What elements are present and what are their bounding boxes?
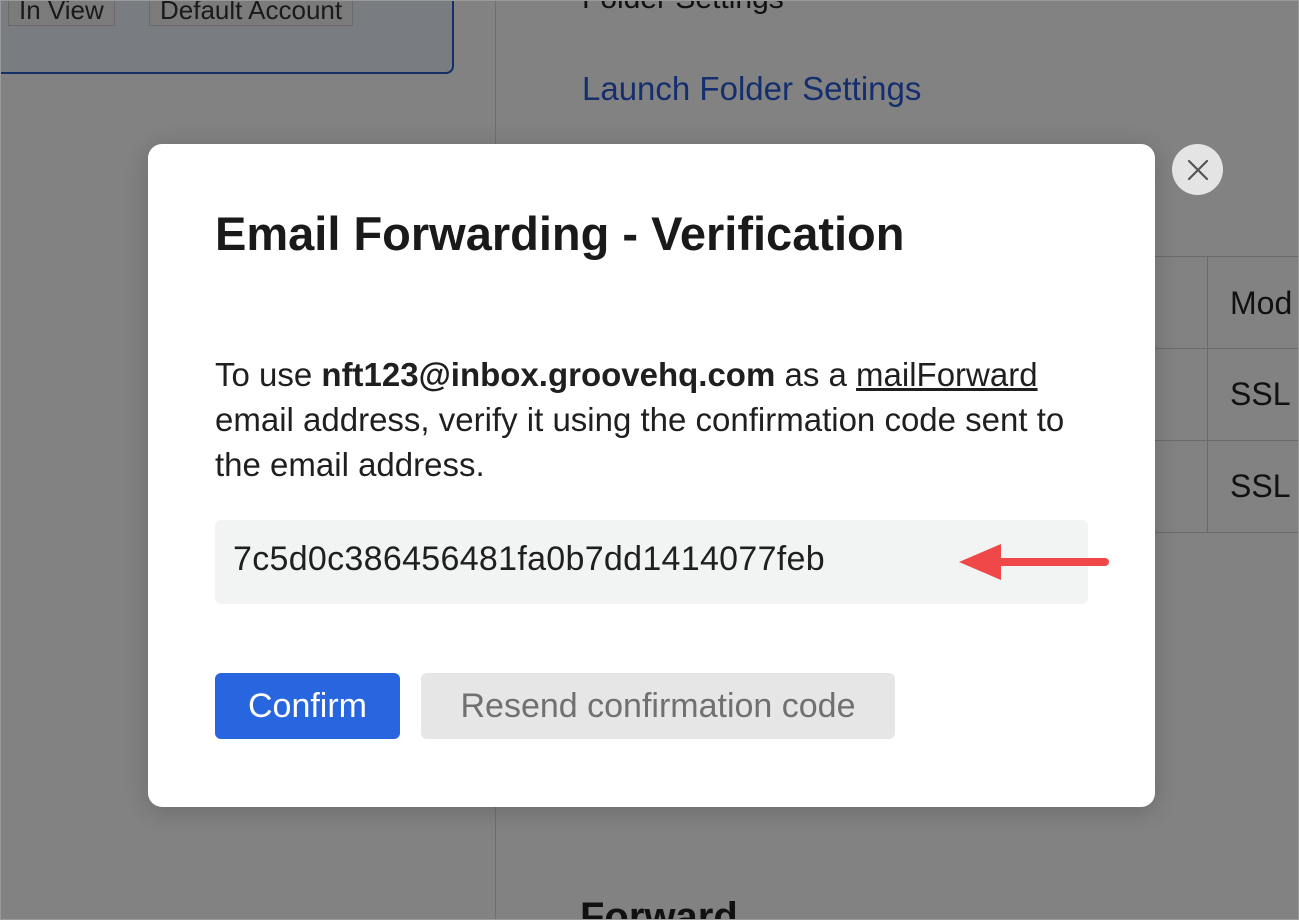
forwarding-email-address: nft123@inbox.groovehq.com — [321, 356, 776, 393]
description-middle: as a — [775, 356, 857, 393]
confirmation-code-value[interactable]: 7c5d0c386456481fa0b7dd1414077feb — [233, 540, 825, 579]
confirm-button[interactable]: Confirm — [215, 673, 400, 739]
confirmation-code-box[interactable]: 7c5d0c386456481fa0b7dd1414077feb — [215, 520, 1109, 604]
close-icon — [1187, 159, 1208, 180]
annotation-arrow-icon — [959, 544, 1109, 580]
mail-forward-link[interactable]: mailForward — [856, 356, 1038, 393]
description-suffix: email address, verify it using the confi… — [215, 401, 1065, 483]
email-forwarding-verification-dialog: Email Forwarding - Verification To use n… — [148, 144, 1155, 807]
dialog-description: To use nft123@inbox.groovehq.com as a ma… — [215, 352, 1095, 487]
dialog-title: Email Forwarding - Verification — [215, 207, 905, 260]
description-prefix: To use — [215, 356, 322, 393]
resend-confirmation-code-button[interactable]: Resend confirmation code — [421, 673, 895, 739]
close-modal-button[interactable] — [1172, 144, 1223, 195]
